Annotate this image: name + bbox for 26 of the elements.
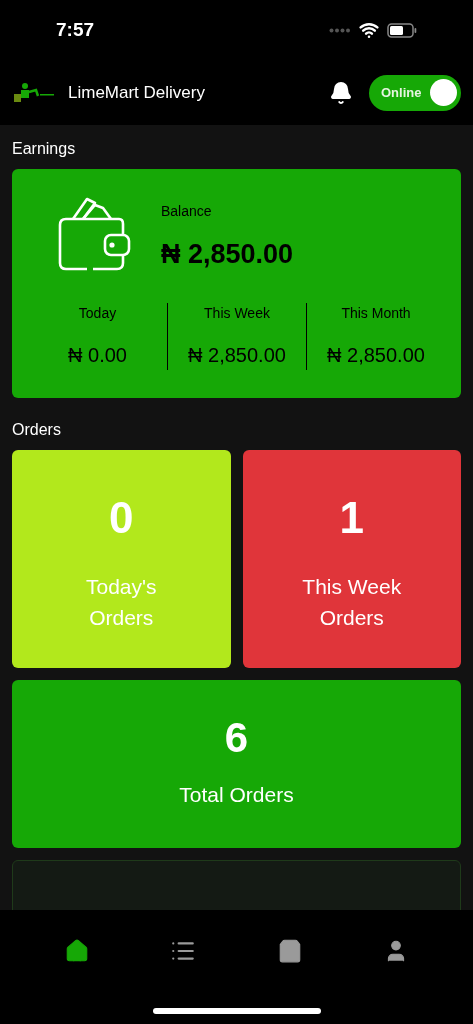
balance-label: Balance	[161, 202, 213, 221]
period-label: This Week	[204, 303, 270, 323]
period-amount: ₦ 2,850.00	[188, 342, 286, 368]
wallet-icon	[57, 197, 133, 271]
balance-amount: ₦ 2,850.00	[161, 238, 294, 271]
battery-icon	[387, 22, 417, 38]
order-count: 6	[224, 716, 249, 759]
status-time: 7:57	[56, 17, 95, 42]
section-heading: Earnings	[12, 139, 77, 159]
wifi-icon	[359, 20, 379, 40]
app-title: LimeMart Delivery	[68, 81, 205, 104]
online-toggle[interactable]: Online	[369, 74, 461, 111]
period-amount: ₦ 0.00	[68, 342, 127, 368]
order-count: 0	[109, 491, 134, 544]
period-label: This Month	[341, 303, 411, 323]
period-amount: ₦ 2,850.00	[327, 342, 425, 368]
period-label: Today	[78, 303, 117, 323]
logo-icon	[12, 81, 56, 104]
order-label: This Week Orders	[301, 573, 403, 631]
signal-icon	[329, 27, 351, 33]
order-count: 1	[339, 491, 364, 544]
order-label: Total Orders	[179, 781, 294, 808]
notification-bell-icon[interactable]	[329, 80, 353, 105]
order-label: Today's Orders	[84, 573, 158, 631]
section-heading: Orders	[12, 419, 62, 440]
toggle-thumb	[430, 79, 457, 106]
